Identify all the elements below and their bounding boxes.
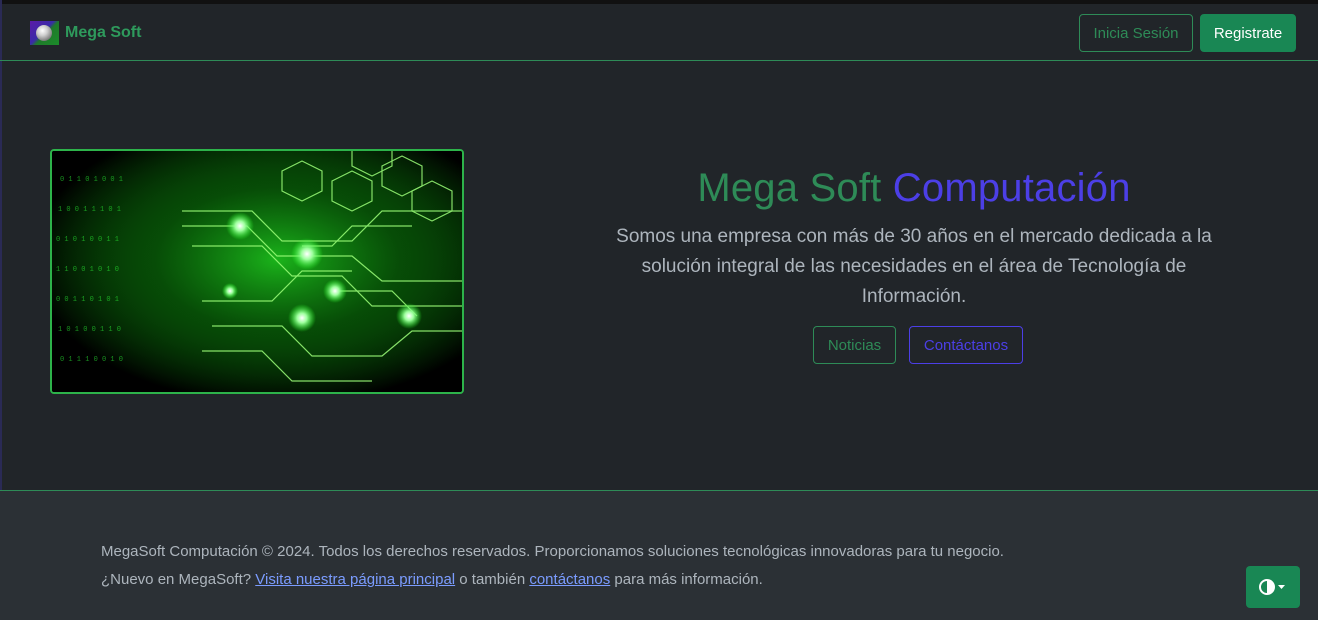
megasoft-logo-icon: [30, 21, 59, 45]
login-button[interactable]: Inicia Sesión: [1079, 14, 1193, 52]
brand-name: Mega Soft: [65, 24, 142, 41]
svg-text:1 1 0 0 1 0 1 0: 1 1 0 0 1 0 1 0: [56, 266, 119, 274]
svg-text:0 0 1 1 0 1 0 1: 0 0 1 1 0 1 0 1: [56, 296, 119, 304]
contrast-icon: [1259, 579, 1285, 595]
svg-text:0 1 1 0 1 0 0 1: 0 1 1 0 1 0 0 1: [60, 176, 123, 184]
footer-middle: o también: [455, 571, 530, 588]
circuit-board-image: 0 1 1 0 1 0 0 1 1 0 0 1 1 1 0 1 0 1 0 1 …: [50, 149, 464, 394]
hero-title-brand: Mega Soft: [697, 166, 882, 210]
footer-copyright: MegaSoft Computación © 2024. Todos los d…: [101, 543, 1004, 560]
footer-links-line: ¿Nuevo en MegaSoft? Visita nuestra págin…: [101, 571, 763, 588]
theme-toggle-button[interactable]: [1246, 566, 1300, 608]
hero-title-highlight: Computación: [892, 166, 1131, 210]
navbar: Mega Soft Inicia Sesión Registrate: [0, 4, 1318, 61]
main-page-link[interactable]: Visita nuestra página principal: [255, 571, 455, 588]
hero-title: Mega Soft Computación: [600, 166, 1228, 211]
footer-suffix: para más información.: [610, 571, 763, 588]
news-button[interactable]: Noticias: [813, 326, 896, 364]
svg-text:1 0 0 1 1 1 0 1: 1 0 0 1 1 1 0 1: [58, 206, 121, 214]
brand-link[interactable]: Mega Soft: [30, 21, 141, 45]
footer-prefix: ¿Nuevo en MegaSoft?: [101, 571, 256, 588]
svg-text:0 1 0 1 0 0 1 1: 0 1 0 1 0 0 1 1: [56, 236, 119, 244]
contact-button[interactable]: Contáctanos: [909, 326, 1023, 364]
footer: MegaSoft Computación © 2024. Todos los d…: [0, 490, 1318, 620]
contact-link[interactable]: contáctanos: [529, 571, 610, 588]
svg-text:1 0 1 0 0 1 1 0: 1 0 1 0 0 1 1 0: [58, 326, 121, 334]
svg-text:0 1 1 1 0 0 1 0: 0 1 1 1 0 0 1 0: [60, 356, 123, 364]
register-button[interactable]: Registrate: [1200, 14, 1296, 52]
hero-description: Somos una empresa con más de 30 años en …: [616, 226, 1212, 307]
